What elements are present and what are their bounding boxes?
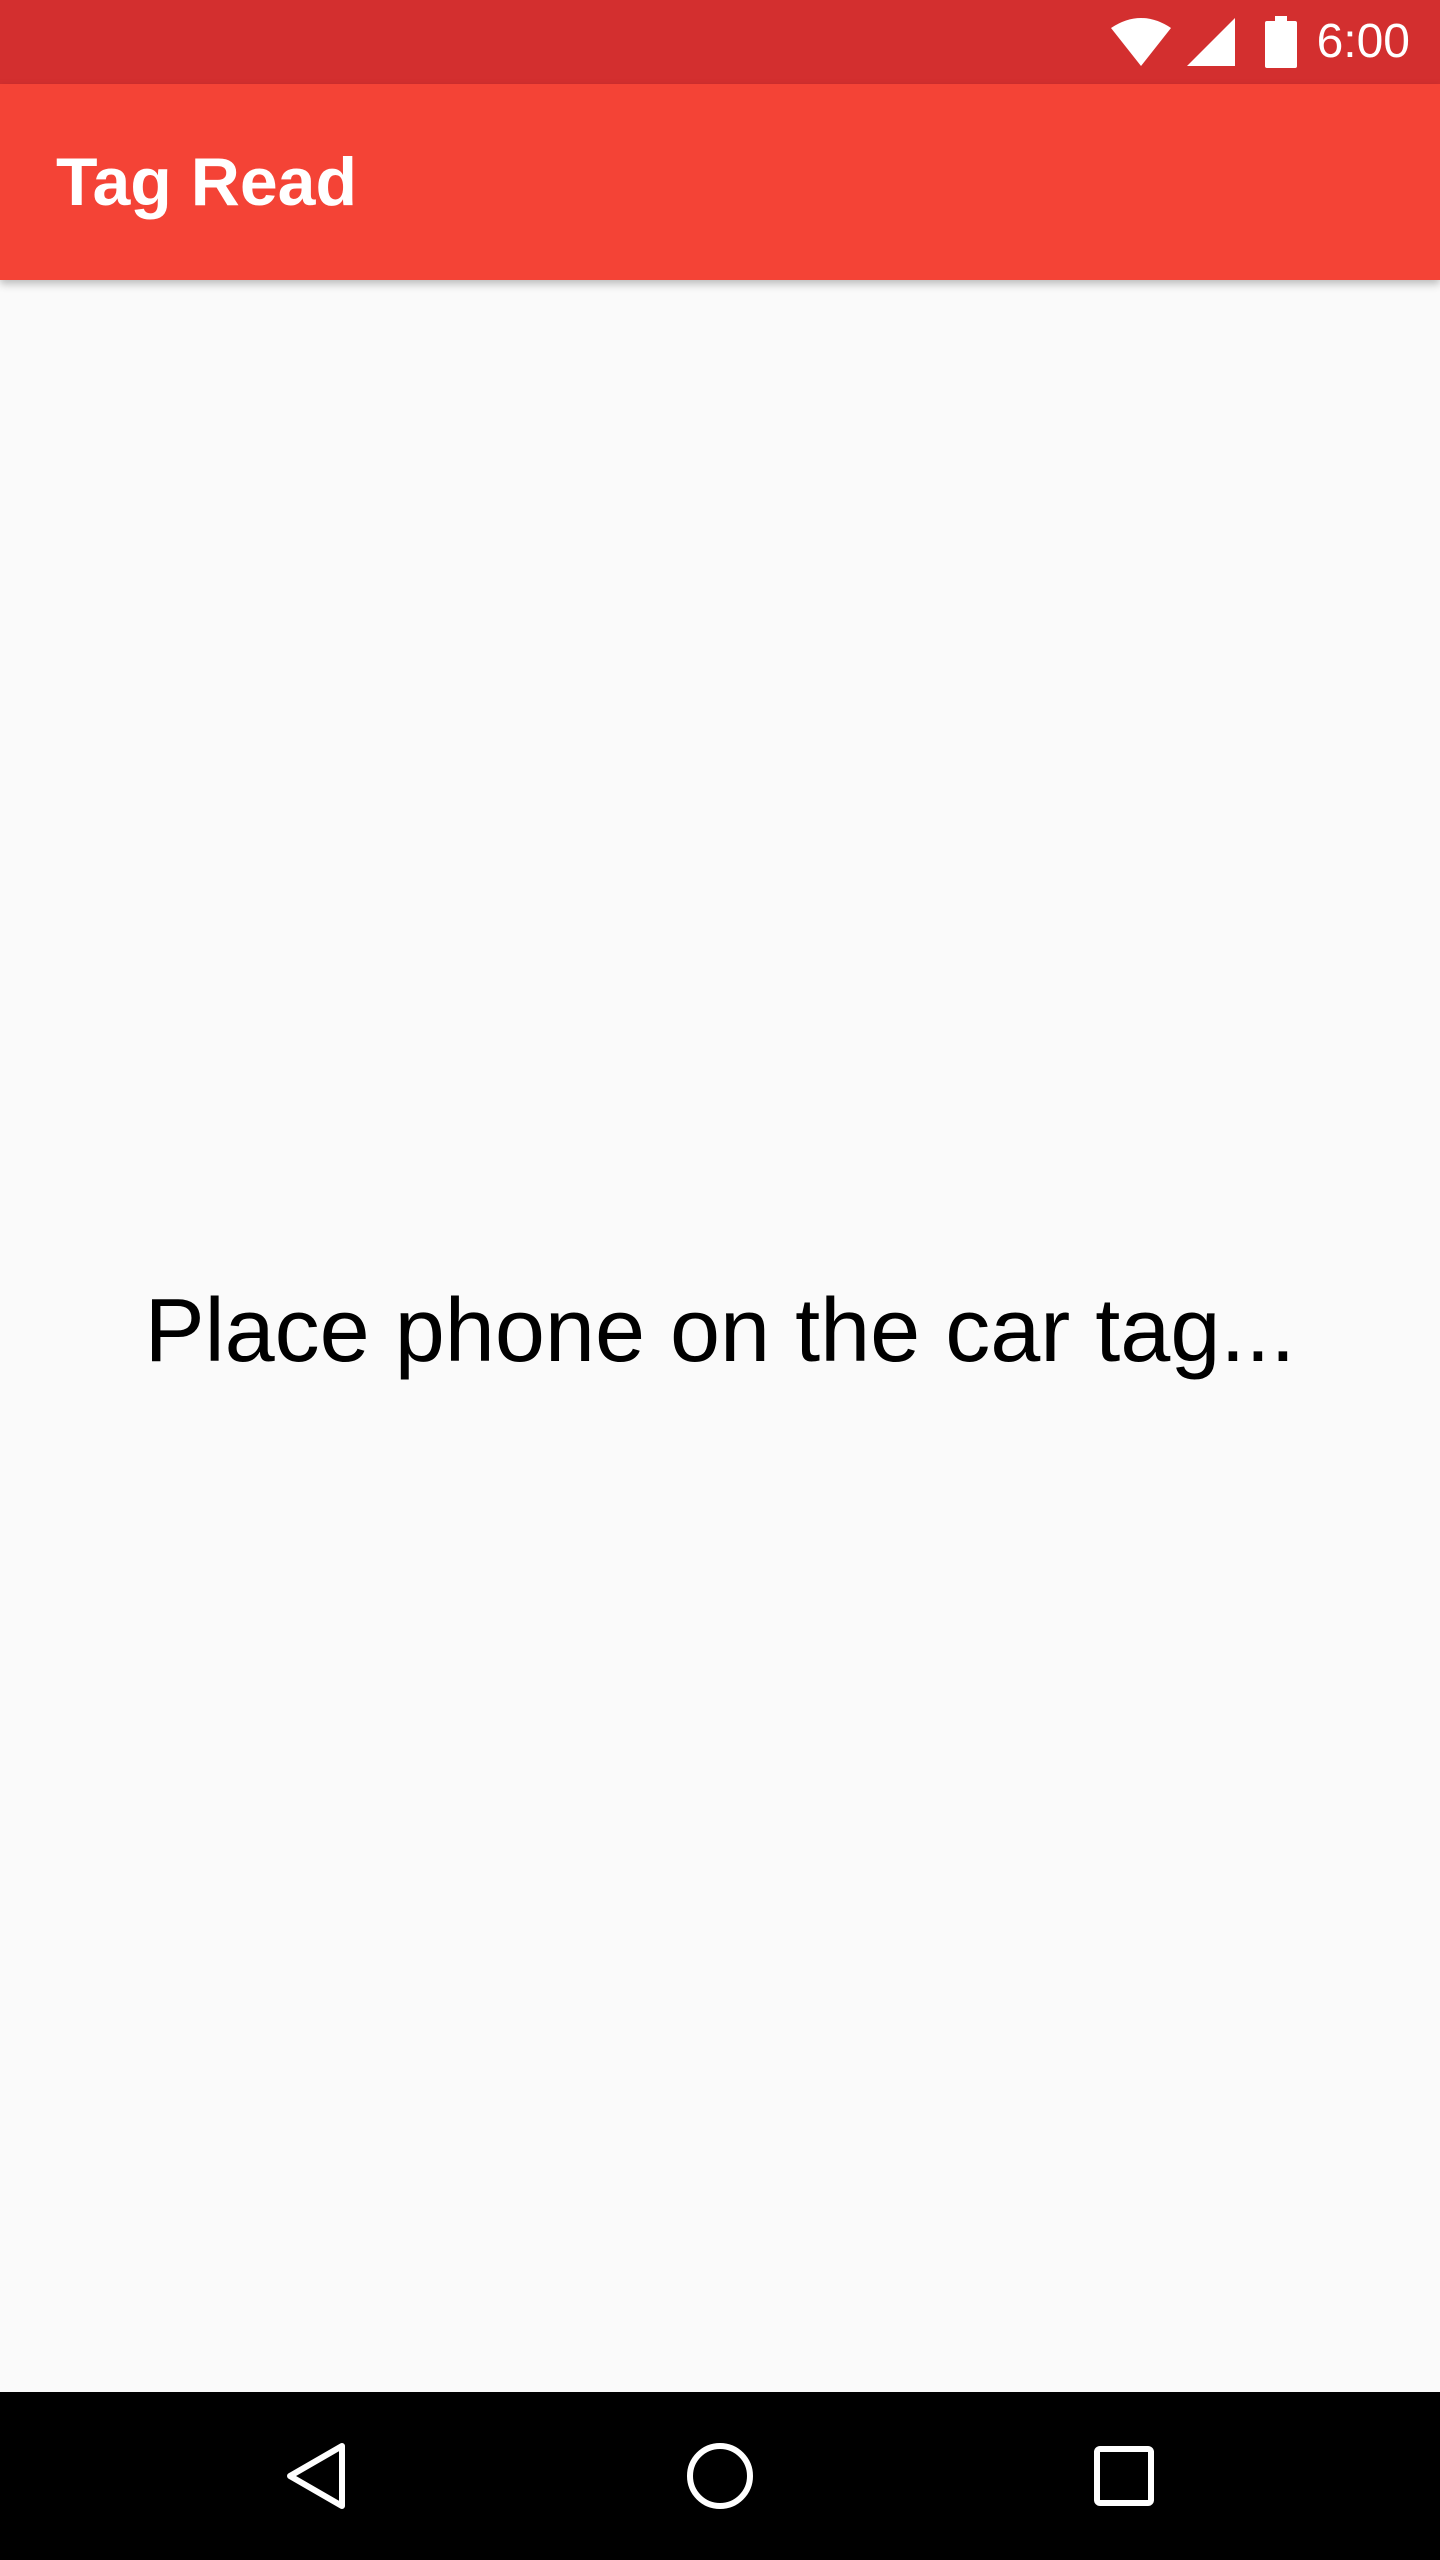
status-icons: 6:00 [1109, 0, 1410, 84]
home-icon [684, 2440, 756, 2512]
wifi-icon [1109, 16, 1173, 68]
instruction-message: Place phone on the car tag... [144, 1281, 1296, 1381]
cellular-signal-icon [1185, 16, 1237, 68]
back-icon [282, 2440, 350, 2512]
battery-icon [1264, 16, 1297, 68]
status-bar: 6:00 [0, 0, 1440, 84]
status-time: 6:00 [1316, 15, 1410, 68]
recents-button[interactable] [1024, 2392, 1224, 2560]
navigation-bar [0, 2392, 1440, 2560]
app-bar: Tag Read [0, 84, 1440, 280]
back-button[interactable] [216, 2392, 416, 2560]
recents-icon [1092, 2444, 1156, 2508]
app-title: Tag Read [56, 144, 358, 220]
home-button[interactable] [620, 2392, 820, 2560]
